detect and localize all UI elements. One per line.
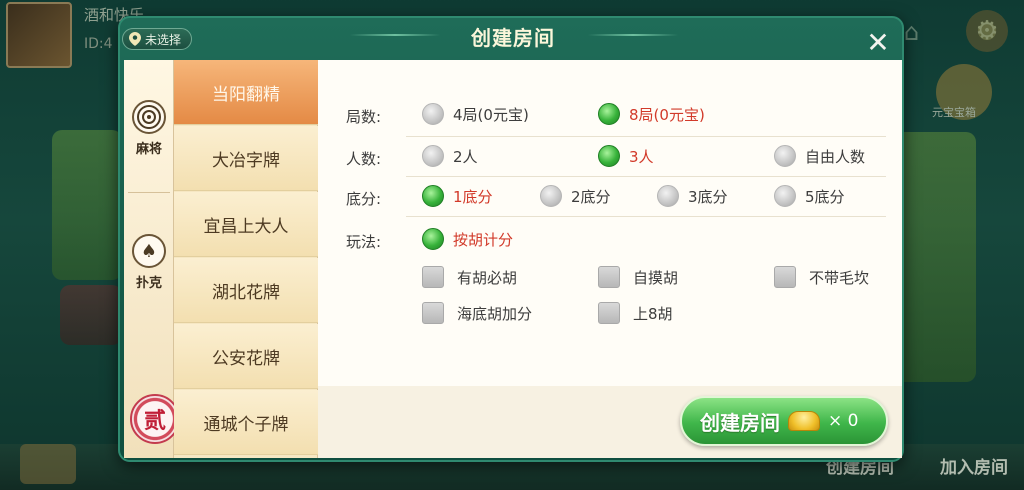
location-selector[interactable]: 未选择	[122, 28, 193, 50]
category-label: 扑克	[135, 276, 162, 291]
option-text: 自由人数	[805, 147, 866, 166]
game-type-list: 当阳翻精 大冶字牌 宜昌上大人 湖北花牌 公安花牌 通城个子牌	[174, 60, 318, 458]
lobby-game-card[interactable]	[60, 285, 122, 345]
base-option-3[interactable]: 3底分	[657, 185, 728, 207]
players-option-3[interactable]: 3人	[598, 145, 654, 167]
game-item-daye-zipai[interactable]: 大冶字牌	[174, 126, 318, 191]
divider	[406, 216, 886, 217]
close-button[interactable]: ✕	[860, 24, 896, 60]
options-panel: 局数: 4局(0元宝) 8局(0元宝) 人数: 2人 3人 自由人数 底分: 1…	[318, 60, 902, 458]
game-item-gongan-huapai[interactable]: 公安花牌	[174, 324, 318, 389]
gear-icon[interactable]: ⚙	[966, 10, 1008, 52]
location-pin-icon	[129, 32, 141, 46]
player-id: ID:4	[84, 36, 113, 52]
seal-er-icon: 贰	[130, 394, 180, 444]
check-must-hu[interactable]: 有胡必胡	[422, 266, 517, 288]
play-mode-score-by-hu[interactable]: 按胡计分	[422, 228, 513, 250]
gold-ingot-icon	[788, 411, 820, 431]
modal-title: 创建房间	[471, 26, 555, 50]
divider	[406, 136, 886, 137]
option-text: 自摸胡	[633, 268, 679, 287]
option-text: 上8胡	[633, 304, 673, 323]
players-option-2[interactable]: 2人	[422, 145, 478, 167]
radio-button	[422, 103, 444, 125]
checkbox	[422, 302, 444, 324]
radio-button	[422, 145, 444, 167]
radio-button	[774, 145, 796, 167]
player-avatar[interactable]	[6, 2, 72, 68]
checkbox	[598, 266, 620, 288]
option-text: 8局(0元宝)	[629, 105, 705, 124]
checkbox	[774, 266, 796, 288]
spade-icon: ♠	[132, 234, 166, 268]
category-mahjong[interactable]: 麻将	[124, 100, 174, 157]
option-text: 1底分	[453, 187, 493, 206]
checkbox	[598, 302, 620, 324]
rounds-option-4[interactable]: 4局(0元宝)	[422, 103, 529, 125]
rounds-option-8[interactable]: 8局(0元宝)	[598, 103, 705, 125]
category-sidebar: 麻将 ♠ 扑克 贰	[124, 60, 180, 458]
check-no-maokan[interactable]: 不带毛坎	[774, 266, 869, 288]
option-text: 海底胡加分	[457, 304, 533, 323]
radio-button-selected	[598, 145, 620, 167]
option-text: 有胡必胡	[457, 268, 518, 287]
option-text: 4局(0元宝)	[453, 105, 529, 124]
radio-button	[540, 185, 562, 207]
base-option-5[interactable]: 5底分	[774, 185, 845, 207]
divider	[406, 176, 886, 177]
treasure-label: 元宝宝箱	[932, 106, 976, 119]
check-self-draw-hu[interactable]: 自摸胡	[598, 266, 678, 288]
radio-button-selected	[422, 185, 444, 207]
lobby-game-card[interactable]	[52, 130, 122, 280]
game-item-yichang-shangdaren[interactable]: 宜昌上大人	[174, 192, 318, 257]
game-item-hubei-huapai[interactable]: 湖北花牌	[174, 258, 318, 323]
create-room-button[interactable]: 创建房间 × 0	[680, 396, 888, 446]
check-haidi-bonus[interactable]: 海底胡加分	[422, 302, 532, 324]
base-score-label: 底分:	[346, 190, 382, 208]
divider	[128, 192, 170, 193]
create-room-label: 创建房间	[700, 410, 780, 435]
game-item-dangyang-fanjing[interactable]: 当阳翻精	[174, 60, 318, 125]
category-poker[interactable]: ♠ 扑克	[124, 234, 174, 291]
checkbox	[422, 266, 444, 288]
location-label: 未选择	[145, 32, 182, 47]
option-text: 2底分	[571, 187, 611, 206]
option-text: 不带毛坎	[809, 268, 870, 287]
base-option-2[interactable]: 2底分	[540, 185, 611, 207]
mahjong-coin-icon	[132, 100, 166, 134]
category-label: 麻将	[135, 142, 162, 157]
base-option-1[interactable]: 1底分	[422, 185, 493, 207]
radio-button-selected	[422, 228, 444, 250]
option-text: 3人	[629, 147, 654, 166]
radio-button	[657, 185, 679, 207]
shop-cart-icon[interactable]	[20, 444, 76, 484]
radio-button-selected	[598, 103, 620, 125]
option-text: 3底分	[688, 187, 728, 206]
play-rules-label: 玩法:	[346, 233, 382, 251]
lobby-join-room-button[interactable]: 加入房间	[940, 453, 1008, 478]
option-text: 5底分	[805, 187, 845, 206]
rounds-label: 局数:	[346, 108, 382, 126]
players-label: 人数:	[346, 150, 382, 168]
players-option-free[interactable]: 自由人数	[774, 145, 865, 167]
radio-button	[774, 185, 796, 207]
option-text: 按胡计分	[453, 230, 514, 249]
create-room-modal: 创建房间 未选择 ✕ 麻将 ♠ 扑克 贰 当阳翻精 大冶字牌 宜昌上大人 湖北花…	[118, 16, 904, 462]
option-text: 2人	[453, 147, 478, 166]
create-room-cost: × 0	[828, 411, 859, 431]
game-item-tongcheng-gezipai[interactable]: 通城个子牌	[174, 390, 318, 455]
check-eight-hu[interactable]: 上8胡	[598, 302, 673, 324]
home-icon[interactable]: ⌂	[904, 18, 919, 46]
